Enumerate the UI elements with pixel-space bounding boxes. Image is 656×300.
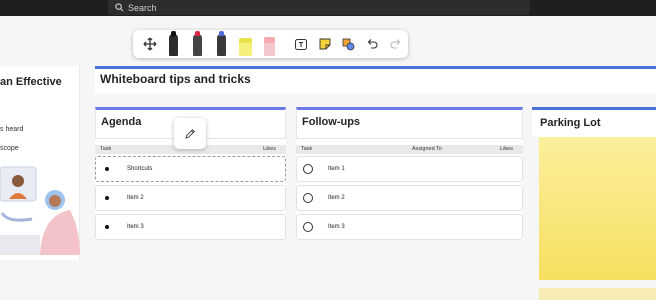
- people-illustration: [0, 166, 80, 255]
- inking-toolbar: [133, 30, 408, 58]
- red-pen-icon: [193, 31, 203, 56]
- sticky-note[interactable]: [539, 137, 656, 280]
- blue-pen-button[interactable]: [209, 31, 233, 56]
- shapes-button[interactable]: [337, 32, 361, 56]
- highlighter-button[interactable]: [233, 32, 257, 56]
- edit-popup-button[interactable]: [174, 118, 206, 149]
- agenda-heading: Agenda: [101, 116, 142, 128]
- followups-col-assigned: Assigned To: [412, 146, 442, 152]
- checkbox-circle-icon[interactable]: [303, 222, 313, 232]
- agenda-row-label[interactable]: Item 3: [127, 224, 144, 230]
- eraser-button[interactable]: [257, 32, 281, 56]
- pencil-icon: [185, 128, 195, 139]
- followups-row-label[interactable]: Item 3: [328, 224, 345, 230]
- board-title: Whiteboard tips and tricks: [100, 72, 251, 86]
- search-placeholder: Search: [128, 2, 157, 13]
- agenda-col-likes: Likes: [263, 146, 276, 152]
- followups-row-label[interactable]: Item 1: [328, 166, 345, 172]
- black-pen-button[interactable]: [162, 31, 186, 56]
- followups-row[interactable]: Item 3: [296, 214, 523, 240]
- checkbox-circle-icon[interactable]: [303, 164, 313, 174]
- search-icon: [115, 3, 124, 12]
- followups-row[interactable]: Item 1: [296, 156, 523, 182]
- followups-row-label[interactable]: Item 2: [328, 195, 345, 201]
- followups-col-task: Task: [301, 146, 313, 152]
- redo-button[interactable]: [384, 32, 408, 56]
- undo-icon: [368, 39, 378, 49]
- text-box-button[interactable]: [289, 32, 313, 56]
- move-icon: [143, 37, 157, 51]
- bullet-icon: [105, 196, 109, 200]
- black-pen-icon: [169, 31, 179, 56]
- bullet-icon: [105, 225, 109, 229]
- left-panel-title: an Effective: [0, 76, 62, 88]
- followups-header: Follow-ups: [296, 107, 523, 139]
- agenda-row[interactable]: Shortcuts: [95, 156, 286, 182]
- sticky-note[interactable]: [539, 288, 656, 300]
- followups-col-likes: Likes: [500, 146, 513, 152]
- agenda-row[interactable]: Item 3: [95, 214, 286, 240]
- redo-icon: [390, 39, 401, 49]
- sticky-note-icon: [319, 38, 331, 50]
- agenda-row[interactable]: Item 2: [95, 185, 286, 211]
- red-pen-button[interactable]: [186, 31, 210, 56]
- followups-heading: Follow-ups: [302, 116, 361, 128]
- undo-button[interactable]: [360, 32, 384, 56]
- parking-lot-heading: Parking Lot: [540, 117, 601, 129]
- left-panel-line-1: s heard: [0, 126, 24, 133]
- checkbox-circle-icon[interactable]: [303, 193, 313, 203]
- followups-row[interactable]: Item 2: [296, 185, 523, 211]
- agenda-col-task: Task: [100, 146, 112, 152]
- agenda-row-label[interactable]: Shortcuts: [127, 166, 152, 172]
- highlighter-icon: [238, 38, 252, 56]
- agenda-row-label[interactable]: Item 2: [127, 195, 144, 201]
- text-box-icon: [294, 38, 307, 50]
- bullet-icon: [105, 167, 109, 171]
- eraser-icon: [263, 37, 275, 56]
- followups-column-headers: Task Assigned To Likes: [296, 145, 523, 154]
- move-tool-button[interactable]: [138, 32, 162, 56]
- parking-lot-header: Parking Lot: [532, 107, 656, 137]
- sticky-note-button[interactable]: [313, 32, 337, 56]
- left-panel-line-2: scope: [0, 145, 19, 152]
- blue-pen-icon: [216, 31, 226, 56]
- shapes-icon: [342, 38, 355, 50]
- search-box[interactable]: Search: [108, 0, 530, 15]
